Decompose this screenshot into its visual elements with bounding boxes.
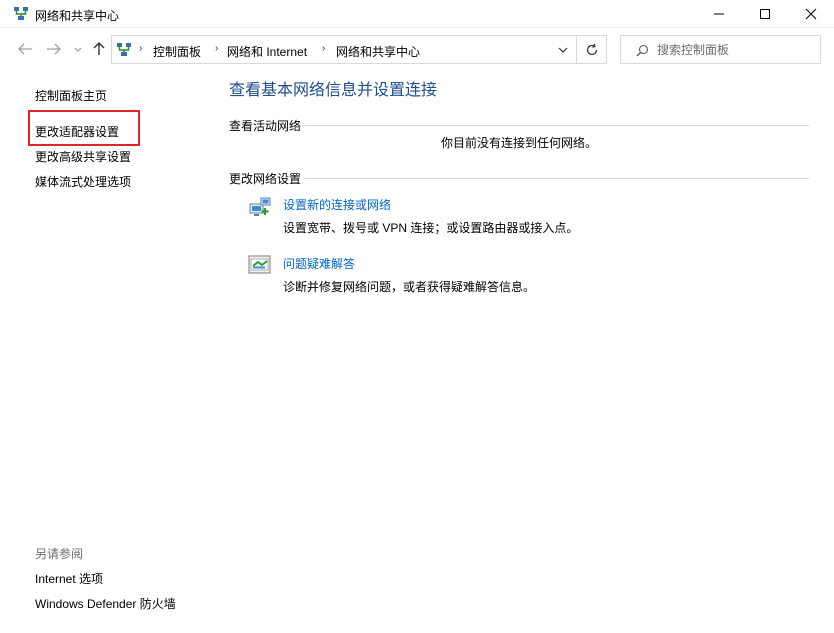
- title-bar: 网络和共享中心: [0, 0, 834, 28]
- breadcrumb-network-internet[interactable]: 网络和 Internet: [227, 43, 307, 60]
- up-arrow-icon[interactable]: [90, 41, 108, 57]
- section-divider: [305, 178, 809, 179]
- troubleshoot-problems-link[interactable]: 问题疑难解答: [283, 255, 355, 272]
- no-network-status: 你目前没有连接到任何网络。: [441, 136, 598, 150]
- breadcrumb-network-center[interactable]: 网络和共享中心: [336, 43, 420, 60]
- change-advanced-sharing-link[interactable]: 更改高级共享设置: [35, 148, 131, 165]
- search-box[interactable]: [620, 35, 821, 64]
- page-title: 查看基本网络信息并设置连接: [229, 82, 438, 99]
- address-dropdown-chevron-icon[interactable]: [557, 45, 569, 55]
- minimize-button[interactable]: [696, 0, 742, 28]
- forward-arrow-icon[interactable]: [45, 41, 63, 57]
- refresh-icon: [586, 43, 598, 56]
- new-connection-icon: [249, 197, 271, 216]
- change-network-settings-heading: 更改网络设置: [229, 172, 302, 186]
- troubleshoot-problems-description: 诊断并修复网络问题，或者获得疑难解答信息。: [283, 280, 536, 294]
- network-center-icon: [14, 7, 28, 20]
- internet-options-link[interactable]: Internet 选项: [35, 570, 103, 587]
- close-icon: [805, 8, 817, 20]
- windows-defender-firewall-link[interactable]: Windows Defender 防火墙: [35, 595, 176, 612]
- troubleshoot-icon: [248, 255, 271, 274]
- search-input[interactable]: [657, 42, 812, 58]
- refresh-button[interactable]: [577, 35, 607, 64]
- maximize-icon: [760, 9, 770, 19]
- recent-locations-chevron-icon[interactable]: [72, 41, 84, 57]
- close-button[interactable]: [788, 0, 834, 28]
- address-bar[interactable]: › 控制面板 › 网络和 Internet › 网络和共享中心: [111, 35, 577, 64]
- control-panel-home-link[interactable]: 控制面板主页: [35, 87, 107, 104]
- active-networks-heading: 查看活动网络: [229, 119, 302, 133]
- minimize-icon: [714, 13, 724, 15]
- navigation-bar: › 控制面板 › 网络和 Internet › 网络和共享中心: [0, 28, 834, 70]
- breadcrumb-separator[interactable]: ›: [215, 43, 218, 54]
- back-arrow-icon[interactable]: [16, 41, 34, 57]
- breadcrumb-control-panel[interactable]: 控制面板: [153, 43, 201, 60]
- section-divider: [305, 125, 809, 126]
- see-also-heading: 另请参阅: [35, 547, 84, 561]
- search-icon: [636, 44, 649, 57]
- breadcrumb-separator[interactable]: ›: [322, 43, 325, 54]
- breadcrumb-separator[interactable]: ›: [139, 43, 142, 54]
- setup-new-connection-link[interactable]: 设置新的连接或网络: [283, 196, 391, 213]
- window-title: 网络和共享中心: [35, 9, 120, 23]
- setup-new-connection-description: 设置宽带、拨号或 VPN 连接；或设置路由器或接入点。: [283, 221, 579, 235]
- network-center-small-icon: [117, 43, 131, 56]
- media-streaming-options-link[interactable]: 媒体流式处理选项: [35, 173, 131, 190]
- maximize-button[interactable]: [742, 0, 788, 28]
- change-adapter-settings-link[interactable]: 更改适配器设置: [35, 123, 119, 140]
- left-pane: 控制面板主页 更改适配器设置 更改高级共享设置 媒体流式处理选项 另请参阅 In…: [0, 70, 218, 633]
